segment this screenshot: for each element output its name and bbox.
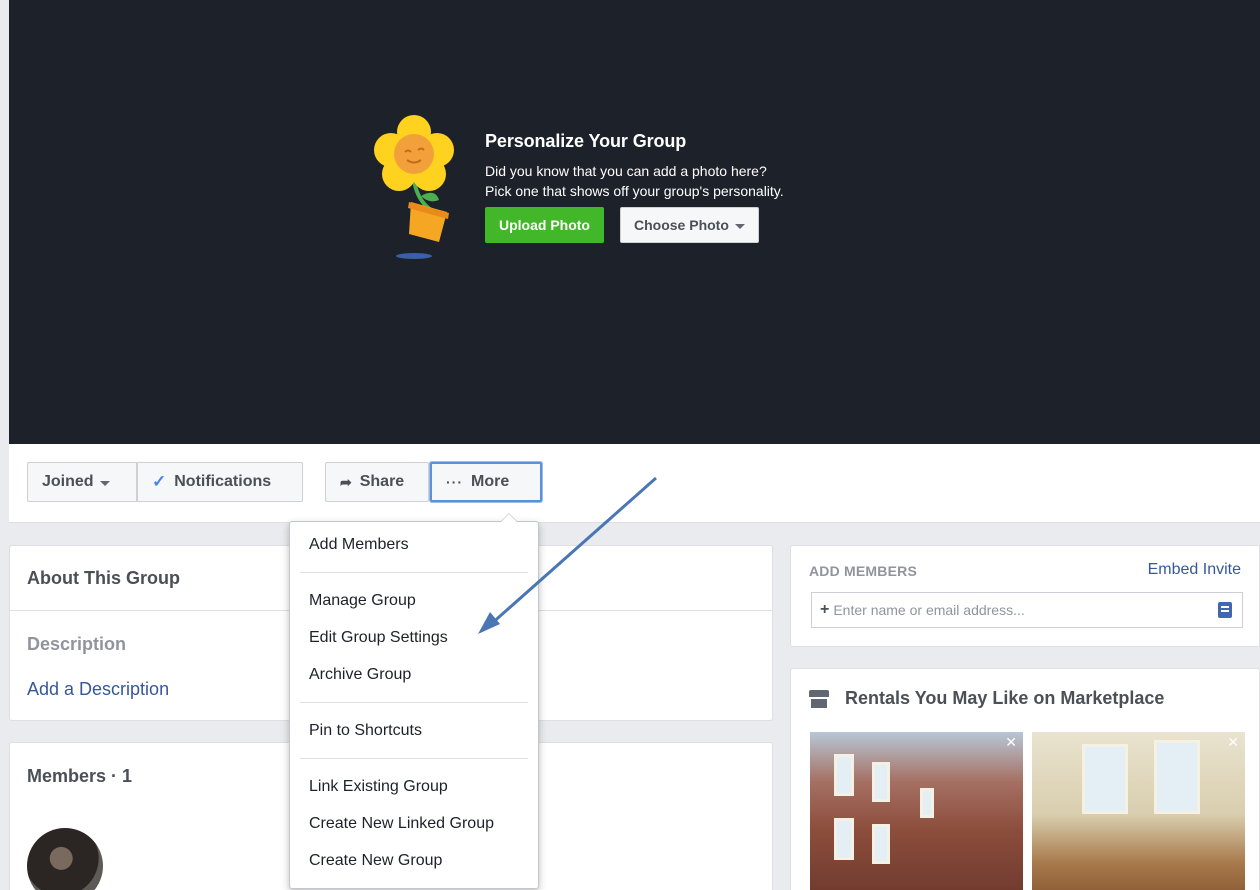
joined-button[interactable]: Joined xyxy=(27,462,137,502)
upload-photo-button[interactable]: Upload Photo xyxy=(485,207,604,243)
menu-item-pin-to-shortcuts[interactable]: Pin to Shortcuts xyxy=(290,712,538,749)
promo-line-2: Pick one that shows off your group's per… xyxy=(485,183,784,199)
window-shape xyxy=(920,788,934,818)
rentals-header: Rentals You May Like on Marketplace xyxy=(809,688,1164,709)
choose-photo-label: Choose Photo xyxy=(634,217,729,233)
more-button[interactable]: ··· More xyxy=(430,462,542,502)
store-icon xyxy=(809,689,829,708)
menu-divider xyxy=(300,572,528,573)
promo-line-1: Did you know that you can add a photo he… xyxy=(485,163,767,179)
promo-title: Personalize Your Group xyxy=(485,131,687,151)
add-members-card: ADD MEMBERS Embed Invite + Enter name or… xyxy=(790,545,1260,647)
add-members-title: ADD MEMBERS xyxy=(809,563,917,579)
more-dropdown-menu: Add Members Manage Group Edit Group Sett… xyxy=(289,513,539,889)
menu-item-link-existing-group[interactable]: Link Existing Group xyxy=(290,768,538,805)
menu-item-edit-group-settings[interactable]: Edit Group Settings xyxy=(290,619,538,656)
upload-photo-label: Upload Photo xyxy=(499,217,590,233)
menu-item-archive-group[interactable]: Archive Group xyxy=(290,656,538,693)
add-member-input[interactable]: + Enter name or email address... xyxy=(811,592,1243,628)
window-shape xyxy=(872,762,890,802)
rentals-title: Rentals You May Like on Marketplace xyxy=(845,688,1165,708)
menu-item-create-new-linked-group[interactable]: Create New Linked Group xyxy=(290,805,538,842)
more-label: More xyxy=(471,473,510,490)
note-icon[interactable] xyxy=(1218,602,1232,618)
share-icon: ➦ xyxy=(340,473,352,490)
add-description-link[interactable]: Add a Description xyxy=(27,679,169,700)
caret-down-icon xyxy=(734,223,745,229)
window-shape xyxy=(834,818,854,860)
menu-divider xyxy=(300,702,528,703)
personalize-promo: Personalize Your Group Did you know that… xyxy=(485,131,784,243)
rental-photo-2[interactable]: ✕ xyxy=(1032,732,1245,890)
rentals-card: Rentals You May Like on Marketplace ✕ ✕ xyxy=(790,668,1260,890)
description-label: Description xyxy=(27,634,127,654)
flower-illustration xyxy=(374,115,454,259)
share-button[interactable]: ➦ Share xyxy=(325,462,429,502)
close-icon[interactable]: ✕ xyxy=(1227,734,1239,751)
group-action-bar: Joined ✓ Notifications ➦ Share ··· More xyxy=(9,444,1260,523)
plus-icon: + xyxy=(820,601,830,618)
window-shape xyxy=(872,824,890,864)
notifications-button[interactable]: ✓ Notifications xyxy=(137,462,303,502)
window-shape xyxy=(834,754,854,796)
cover-area: Personalize Your Group Did you know that… xyxy=(9,0,1260,444)
share-label: Share xyxy=(359,473,405,490)
more-dots-icon: ··· xyxy=(446,474,463,490)
menu-divider xyxy=(300,758,528,759)
avatar[interactable] xyxy=(27,828,103,890)
menu-item-create-new-group[interactable]: Create New Group xyxy=(290,842,538,879)
add-member-placeholder: Enter name or email address... xyxy=(833,602,1025,618)
rental-photo-1[interactable]: ✕ xyxy=(810,732,1023,890)
joined-label: Joined xyxy=(42,473,94,490)
choose-photo-button[interactable]: Choose Photo xyxy=(620,207,759,243)
embed-invite-link[interactable]: Embed Invite xyxy=(1148,561,1241,579)
menu-item-manage-group[interactable]: Manage Group xyxy=(290,582,538,619)
notifications-label: Notifications xyxy=(174,473,272,490)
close-icon[interactable]: ✕ xyxy=(1005,734,1017,751)
check-icon: ✓ xyxy=(152,472,167,491)
menu-item-add-members[interactable]: Add Members xyxy=(290,526,538,563)
caret-down-icon xyxy=(99,480,110,486)
window-shape xyxy=(1082,744,1128,814)
window-shape xyxy=(1154,740,1200,814)
